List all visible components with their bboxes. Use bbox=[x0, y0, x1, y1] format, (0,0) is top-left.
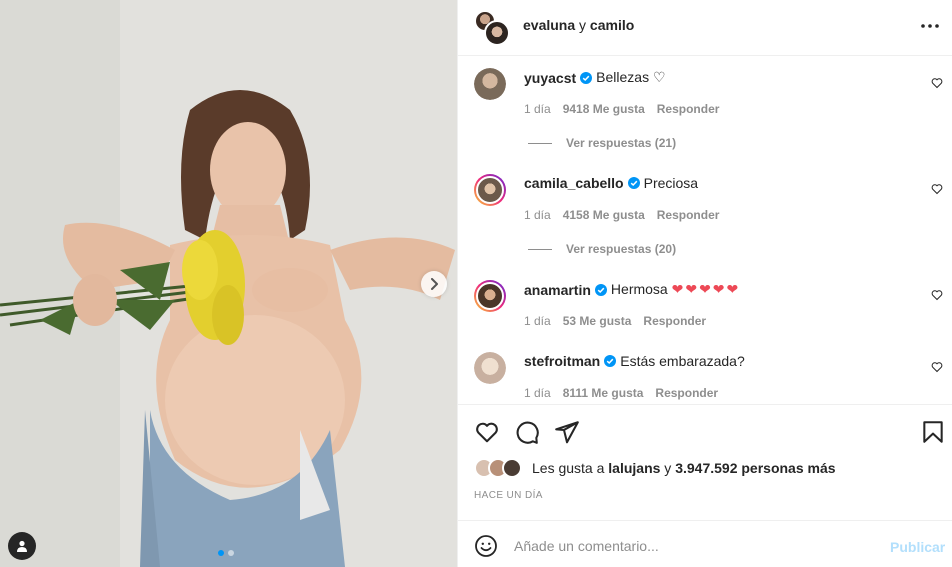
reply-button[interactable]: Responder bbox=[657, 102, 720, 116]
comment-username[interactable]: yuyacst bbox=[524, 70, 576, 86]
post-sidebar: evaluna y camilo yuyacst Bellezas ♡ 1 dí… bbox=[457, 0, 952, 567]
view-replies-button[interactable]: Ver respuestas (20) bbox=[528, 242, 676, 256]
comment-text: Hermosa ❤❤❤❤❤ bbox=[610, 281, 741, 297]
comment-username[interactable]: anamartin bbox=[524, 282, 591, 298]
author-avatars[interactable] bbox=[474, 10, 510, 46]
comments-list[interactable]: yuyacst Bellezas ♡ 1 día 9418 Me gusta R… bbox=[458, 56, 952, 404]
comment-meta: 1 día 9418 Me gusta Responder bbox=[524, 102, 719, 116]
view-replies-label: Ver respuestas (21) bbox=[566, 136, 677, 150]
post-authors: evaluna y camilo bbox=[523, 17, 634, 33]
post-actions bbox=[458, 404, 952, 456]
liker-username[interactable]: lalujans bbox=[608, 460, 660, 476]
comment-likes[interactable]: 4158 Me gusta bbox=[563, 208, 645, 222]
add-comment-bar: Publicar bbox=[458, 520, 952, 567]
comment-likes[interactable]: 8111 Me gusta bbox=[563, 386, 644, 400]
verified-badge-icon bbox=[580, 71, 593, 84]
commenter-avatar[interactable] bbox=[474, 352, 506, 384]
more-icon[interactable] bbox=[920, 22, 940, 30]
slide-dot bbox=[228, 550, 234, 556]
comment-input[interactable] bbox=[514, 533, 874, 559]
liker-avatar bbox=[502, 458, 522, 478]
likes-count[interactable]: 3.947.592 personas más bbox=[675, 460, 835, 476]
replies-divider bbox=[528, 248, 552, 250]
view-replies-label: Ver respuestas (20) bbox=[566, 242, 677, 256]
verified-badge-icon bbox=[627, 177, 640, 189]
replies-divider bbox=[528, 142, 552, 144]
comment-meta: 1 día 53 Me gusta Responder bbox=[524, 314, 706, 328]
heart-icon[interactable] bbox=[931, 361, 943, 373]
likes-prefix: Les gusta a bbox=[532, 460, 605, 476]
comment-time[interactable]: 1 día bbox=[524, 102, 551, 116]
comment-time[interactable]: 1 día bbox=[524, 208, 551, 222]
post-photo bbox=[0, 0, 457, 567]
likes-middle: y bbox=[660, 460, 676, 476]
coauthor-username[interactable]: camilo bbox=[590, 17, 634, 33]
coauthor-avatar[interactable] bbox=[484, 20, 510, 46]
emoji-icon[interactable] bbox=[474, 534, 498, 558]
heart-icon[interactable] bbox=[474, 419, 500, 445]
heart-icon[interactable] bbox=[931, 289, 943, 301]
comment-body: stefroitman Estás embarazada? bbox=[524, 353, 745, 369]
chevron-right-icon bbox=[431, 278, 438, 290]
comment-likes[interactable]: 53 Me gusta bbox=[563, 314, 632, 328]
comment-text: Bellezas ♡ bbox=[596, 69, 666, 85]
next-slide-button[interactable] bbox=[421, 271, 447, 297]
post-media[interactable] bbox=[0, 0, 457, 567]
verified-badge-icon bbox=[594, 283, 607, 296]
comment-username[interactable]: camila_cabello bbox=[524, 175, 624, 191]
heart-icon[interactable] bbox=[931, 77, 943, 89]
heart-emojis: ❤❤❤❤❤ bbox=[671, 281, 741, 297]
liker-avatars bbox=[474, 458, 526, 478]
comment-meta: 1 día 8111 Me gusta Responder bbox=[524, 386, 718, 400]
post-timestamp[interactable]: HACE UN DÍA bbox=[474, 490, 543, 501]
comment-likes[interactable]: 9418 Me gusta bbox=[563, 102, 645, 116]
reply-button[interactable]: Responder bbox=[655, 386, 718, 400]
slide-indicator bbox=[218, 550, 234, 556]
post-comment-button[interactable]: Publicar bbox=[890, 539, 945, 555]
comment-body: anamartin Hermosa ❤❤❤❤❤ bbox=[524, 281, 740, 298]
post-header: evaluna y camilo bbox=[458, 0, 952, 56]
slide-dot-active bbox=[218, 550, 224, 556]
comment-time[interactable]: 1 día bbox=[524, 386, 551, 400]
share-icon[interactable] bbox=[554, 419, 580, 445]
user-tag-icon bbox=[17, 540, 27, 552]
likes-summary[interactable]: Les gusta a lalujans y 3.947.592 persona… bbox=[474, 457, 836, 479]
author-username[interactable]: evaluna bbox=[523, 17, 575, 33]
comment-body: camila_cabello Preciosa bbox=[524, 175, 698, 191]
author-joiner: y bbox=[575, 17, 590, 33]
heart-icon[interactable] bbox=[931, 183, 943, 195]
tagged-users-button[interactable] bbox=[8, 532, 36, 560]
comment-time[interactable]: 1 día bbox=[524, 314, 551, 328]
comment-meta: 1 día 4158 Me gusta Responder bbox=[524, 208, 719, 222]
verified-badge-icon bbox=[604, 355, 617, 367]
comment-icon[interactable] bbox=[514, 419, 540, 445]
comment-text: Estás embarazada? bbox=[620, 353, 745, 369]
save-icon[interactable] bbox=[920, 419, 946, 445]
commenter-avatar[interactable] bbox=[474, 68, 506, 100]
view-replies-button[interactable]: Ver respuestas (21) bbox=[528, 136, 676, 150]
comment-username[interactable]: stefroitman bbox=[524, 353, 600, 369]
comment-body: yuyacst Bellezas ♡ bbox=[524, 69, 666, 86]
comment-text: Preciosa bbox=[643, 175, 699, 191]
commenter-avatar[interactable] bbox=[474, 280, 506, 312]
reply-button[interactable]: Responder bbox=[657, 208, 720, 222]
reply-button[interactable]: Responder bbox=[643, 314, 706, 328]
commenter-avatar[interactable] bbox=[474, 174, 506, 206]
